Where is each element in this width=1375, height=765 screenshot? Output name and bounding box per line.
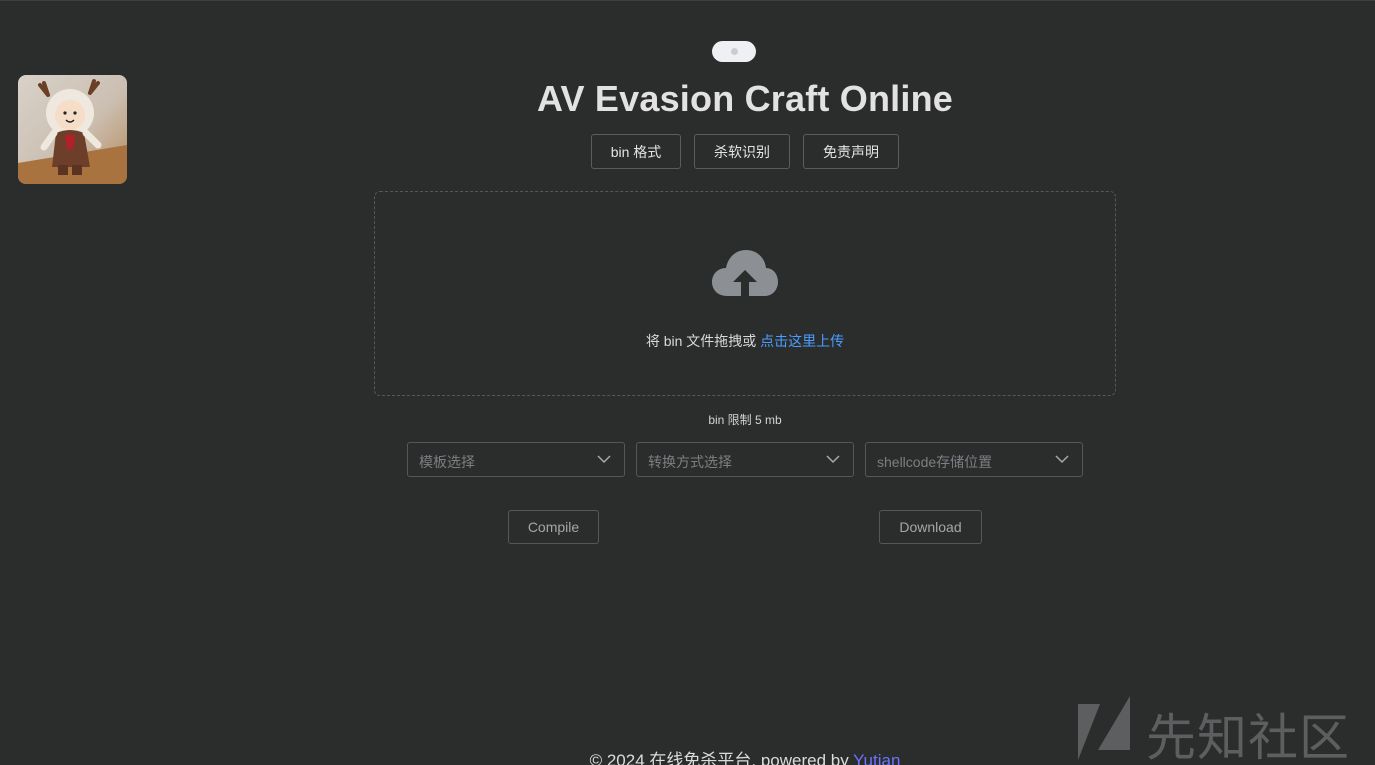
- theme-toggle-knob: [731, 48, 738, 55]
- watermark-logo: [1078, 696, 1130, 760]
- download-button[interactable]: Download: [879, 510, 982, 544]
- storage-select-placeholder: shellcode存储位置: [877, 454, 993, 470]
- conversion-select[interactable]: 转换方式选择: [636, 442, 854, 477]
- av-detect-button[interactable]: 杀软识别: [694, 134, 790, 169]
- template-select[interactable]: 模板选择: [407, 442, 625, 477]
- cloud-upload-icon: [712, 250, 778, 296]
- upload-limit-text: bin 限制 5 mb: [708, 413, 782, 427]
- storage-select[interactable]: shellcode存储位置: [865, 442, 1083, 477]
- chevron-down-icon: [597, 455, 611, 464]
- upload-link[interactable]: 点击这里上传: [760, 333, 844, 349]
- upload-dropzone[interactable]: 将 bin 文件拖拽或 点击这里上传: [374, 191, 1116, 396]
- disclaimer-button[interactable]: 免责声明: [803, 134, 899, 169]
- footer-text: © 2024 在线免杀平台, powered by: [589, 751, 854, 765]
- watermark: 先知社区: [1076, 694, 1366, 765]
- page: AV Evasion Craft Online bin 格式 杀软识别 免责声明…: [0, 0, 1375, 765]
- upload-instructions: 将 bin 文件拖拽或 点击这里上传: [375, 331, 1115, 351]
- compile-button[interactable]: Compile: [508, 510, 599, 544]
- watermark-text: 先知社区: [1146, 709, 1350, 765]
- upload-text: 将 bin 文件拖拽或: [645, 333, 761, 349]
- template-select-placeholder: 模板选择: [419, 454, 475, 470]
- page-title: AV Evasion Craft Online: [536, 78, 954, 119]
- chevron-down-icon: [1055, 455, 1069, 464]
- chevron-down-icon: [826, 455, 840, 464]
- bin-format-button[interactable]: bin 格式: [591, 134, 681, 169]
- theme-toggle[interactable]: [712, 41, 756, 62]
- footer-author-link[interactable]: Yutian: [853, 751, 900, 765]
- conversion-select-placeholder: 转换方式选择: [648, 454, 732, 470]
